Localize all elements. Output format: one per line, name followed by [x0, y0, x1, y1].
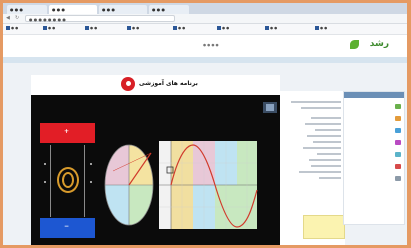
- sidebar-item[interactable]: [393, 128, 401, 133]
- sidebar-header: [344, 92, 404, 98]
- south-pole-plate: −: [40, 218, 95, 238]
- quadrant-4: [129, 185, 153, 225]
- bookmark-item[interactable]: ● ●: [315, 26, 327, 30]
- sidebar-item[interactable]: [393, 176, 401, 181]
- item-icon: [395, 116, 401, 121]
- text-line: [319, 177, 341, 179]
- field-line: [50, 145, 51, 217]
- bookmark-icon: [85, 26, 89, 30]
- bookmark-item[interactable]: ● ●: [6, 26, 18, 30]
- item-icon: [395, 152, 401, 157]
- nav-stripe: [3, 57, 407, 63]
- bookmark-item[interactable]: ● ●: [43, 26, 55, 30]
- sidebar-item[interactable]: [393, 152, 401, 157]
- bookmark-item[interactable]: ● ●: [265, 26, 277, 30]
- url-field[interactable]: ● ● ● ● ● ● ● ●: [25, 15, 175, 22]
- charge-dot: [44, 163, 46, 165]
- sidebar-panel: [343, 91, 405, 225]
- charge-dot: [90, 181, 92, 183]
- roshd-apple-icon: [121, 77, 135, 91]
- tab-4[interactable]: ● ● ●: [149, 5, 189, 14]
- plus-sign: +: [64, 128, 70, 135]
- item-icon: [395, 164, 401, 169]
- bookmark-icon: [173, 26, 177, 30]
- bookmark-item[interactable]: ● ●: [217, 26, 229, 30]
- item-icon: [395, 104, 401, 109]
- site-header: رشد ● ● ● ●: [3, 35, 407, 57]
- text-line: [309, 159, 341, 161]
- text-line: [315, 129, 341, 131]
- bookmark-icon: [43, 26, 47, 30]
- tab-bar: ● ● ● ● ● ● ● ● ● ● ● ●: [3, 3, 407, 14]
- phasor-and-wave-graph: [104, 141, 258, 229]
- site-logo[interactable]: رشد: [370, 39, 389, 49]
- tab-2[interactable]: ● ● ●: [49, 5, 97, 14]
- sidebar-item[interactable]: [393, 164, 401, 169]
- sidebar-item[interactable]: [393, 104, 401, 109]
- generator-sim: + −: [40, 123, 95, 243]
- tab-1[interactable]: ● ● ●: [7, 5, 47, 14]
- info-box: [303, 215, 345, 239]
- bookmark-icon: [265, 26, 269, 30]
- close-icon: [266, 104, 274, 111]
- browser-window: ● ● ● ● ● ● ● ● ● ● ● ● ◀ ↻ ● ● ● ● ● ● …: [3, 3, 407, 245]
- sidebar-item[interactable]: [393, 116, 401, 121]
- site-menu[interactable]: ● ● ● ●: [203, 43, 219, 47]
- text-line: [311, 165, 341, 167]
- address-bar: ◀ ↻ ● ● ● ● ● ● ● ●: [3, 14, 407, 24]
- viewer-title: برنامه های آموزشی: [139, 80, 198, 87]
- text-line: [303, 147, 341, 149]
- item-icon: [395, 128, 401, 133]
- text-line: [317, 153, 341, 155]
- sidebar-item[interactable]: [393, 140, 401, 145]
- close-button[interactable]: [263, 102, 277, 113]
- item-icon: [395, 140, 401, 145]
- text-line: [301, 107, 341, 109]
- bookmark-item[interactable]: ● ●: [173, 26, 185, 30]
- bookmark-icon: [6, 26, 10, 30]
- bookmarks-bar: ● ● ● ● ● ● ● ● ● ● ● ● ● ● ● ●: [3, 24, 407, 35]
- bookmark-icon: [127, 26, 131, 30]
- text-line: [299, 171, 341, 173]
- bookmark-icon: [315, 26, 319, 30]
- tab-3[interactable]: ● ● ●: [99, 5, 147, 14]
- charge-dot: [44, 181, 46, 183]
- text-line: [307, 135, 341, 137]
- field-line: [84, 145, 85, 217]
- back-icon[interactable]: ◀: [6, 15, 10, 21]
- minus-sign: −: [64, 223, 70, 230]
- text-line: [305, 123, 341, 125]
- quadrant-3: [105, 185, 129, 225]
- text-line: [311, 117, 341, 119]
- item-icon: [395, 176, 401, 181]
- coil-inner: [62, 172, 74, 188]
- north-pole-plate: +: [40, 123, 95, 143]
- text-line: [313, 141, 341, 143]
- wave-plot: [159, 141, 258, 229]
- text-line: [291, 101, 341, 103]
- bookmark-item[interactable]: ● ●: [85, 26, 97, 30]
- bookmark-item[interactable]: ● ●: [127, 26, 139, 30]
- reload-icon[interactable]: ↻: [15, 15, 19, 21]
- charge-dot: [90, 163, 92, 165]
- logo-icon: [350, 40, 359, 49]
- simulation-viewer: برنامه های آموزشی + −: [31, 75, 280, 245]
- viewer-header: برنامه های آموزشی: [31, 75, 280, 95]
- bookmark-icon: [217, 26, 221, 30]
- phasor-circle: [104, 144, 154, 226]
